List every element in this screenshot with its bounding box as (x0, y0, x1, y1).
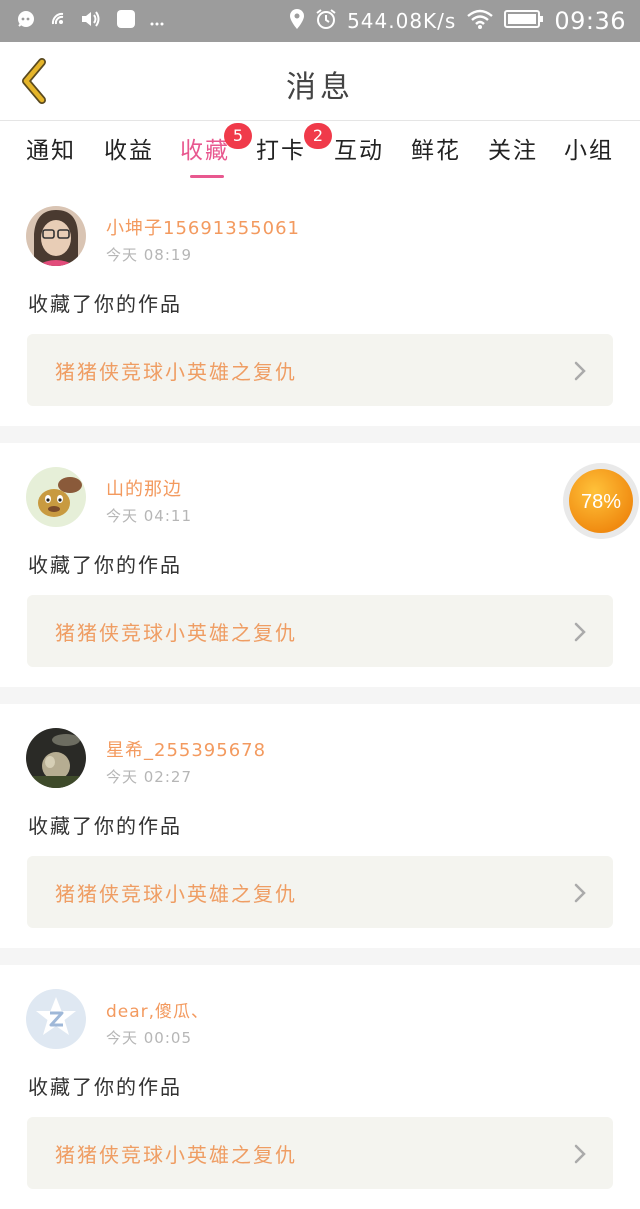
floating-progress-ball[interactable]: 78% (562, 462, 640, 540)
clock: 09:36 (554, 7, 626, 35)
avatar[interactable] (26, 467, 86, 527)
tab-label: 小组 (564, 138, 614, 164)
username[interactable]: 星希_255395678 (106, 736, 266, 762)
wifi-icon (466, 8, 494, 34)
tab-label: 打卡 (256, 138, 306, 164)
message-list: 小坤子15691355061 今天 08:19 收藏了你的作品 猪猪侠竞球小英雄… (0, 182, 640, 1209)
message-text: 收藏了你的作品 (28, 814, 182, 838)
divider (0, 687, 640, 704)
divider (0, 426, 640, 443)
work-link[interactable]: 猪猪侠竞球小英雄之复仇 (27, 1117, 613, 1189)
chevron-right-icon (573, 360, 587, 386)
tab-groups[interactable]: 小组 (558, 131, 620, 181)
tab-following[interactable]: 关注 (482, 131, 544, 181)
work-title: 猪猪侠竞球小英雄之复仇 (55, 360, 297, 384)
work-title: 猪猪侠竞球小英雄之复仇 (55, 882, 297, 906)
volume-icon (80, 10, 102, 32)
list-item: 小坤子15691355061 今天 08:19 收藏了你的作品 猪猪侠竞球小英雄… (0, 182, 640, 426)
avatar[interactable] (26, 989, 86, 1049)
username[interactable]: 小坤子15691355061 (106, 214, 300, 240)
active-tab-indicator (190, 175, 224, 178)
progress-label: 78% (581, 491, 621, 513)
message-text: 收藏了你的作品 (28, 1075, 182, 1099)
header: 消息 (0, 42, 640, 121)
list-item: 星希_255395678 今天 02:27 收藏了你的作品 猪猪侠竞球小英雄之复… (0, 704, 640, 948)
tab-interactions[interactable]: 互动 (328, 131, 390, 181)
tab-label: 通知 (26, 138, 76, 164)
work-title: 猪猪侠竞球小英雄之复仇 (55, 621, 297, 645)
notification-icon (16, 9, 36, 33)
app-icon (116, 9, 136, 33)
battery-icon (504, 9, 544, 33)
work-title: 猪猪侠竞球小英雄之复仇 (55, 1143, 297, 1167)
divider (0, 948, 640, 965)
chevron-right-icon (573, 1143, 587, 1169)
tab-checkin[interactable]: 打卡 2 (250, 123, 332, 181)
tab-label: 收益 (104, 138, 154, 164)
message-text: 收藏了你的作品 (28, 292, 182, 316)
work-link[interactable]: 猪猪侠竞球小英雄之复仇 (27, 856, 613, 928)
page-title: 消息 (286, 70, 354, 105)
tab-flowers[interactable]: 鲜花 (405, 131, 467, 181)
status-bar: 544.08K/s 09:36 (0, 0, 640, 42)
work-link[interactable]: 猪猪侠竞球小英雄之复仇 (27, 595, 613, 667)
tab-notifications[interactable]: 通知 (20, 131, 82, 181)
unread-badge: 5 (224, 123, 252, 149)
chevron-right-icon (573, 621, 587, 647)
location-icon (289, 8, 305, 34)
nfc-icon (50, 11, 66, 31)
tab-bar: 通知 收益 收藏 5 打卡 2 互动 鲜花 关注 小组 (0, 121, 640, 181)
network-speed: 544.08K/s (347, 9, 457, 33)
more-icon (150, 12, 164, 31)
chevron-right-icon (573, 882, 587, 908)
tab-label: 收藏 (180, 138, 230, 164)
list-item: dear,傻瓜、 今天 00:05 收藏了你的作品 猪猪侠竞球小英雄之复仇 (0, 965, 640, 1209)
message-text: 收藏了你的作品 (28, 553, 182, 577)
avatar[interactable] (26, 206, 86, 266)
tab-earnings[interactable]: 收益 (98, 131, 160, 181)
tab-label: 互动 (334, 138, 384, 164)
alarm-icon (315, 8, 337, 34)
work-link[interactable]: 猪猪侠竞球小英雄之复仇 (27, 334, 613, 406)
timestamp: 今天 04:11 (106, 507, 192, 525)
list-item: 山的那边 今天 04:11 收藏了你的作品 猪猪侠竞球小英雄之复仇 (0, 443, 640, 687)
avatar[interactable] (26, 728, 86, 788)
tab-label: 关注 (488, 138, 538, 164)
tab-label: 鲜花 (411, 138, 461, 164)
timestamp: 今天 00:05 (106, 1029, 192, 1047)
timestamp: 今天 08:19 (106, 246, 192, 264)
username[interactable]: 山的那边 (106, 475, 182, 501)
tab-favorites[interactable]: 收藏 5 (174, 123, 252, 181)
timestamp: 今天 02:27 (106, 768, 192, 786)
username[interactable]: dear,傻瓜、 (106, 997, 209, 1022)
